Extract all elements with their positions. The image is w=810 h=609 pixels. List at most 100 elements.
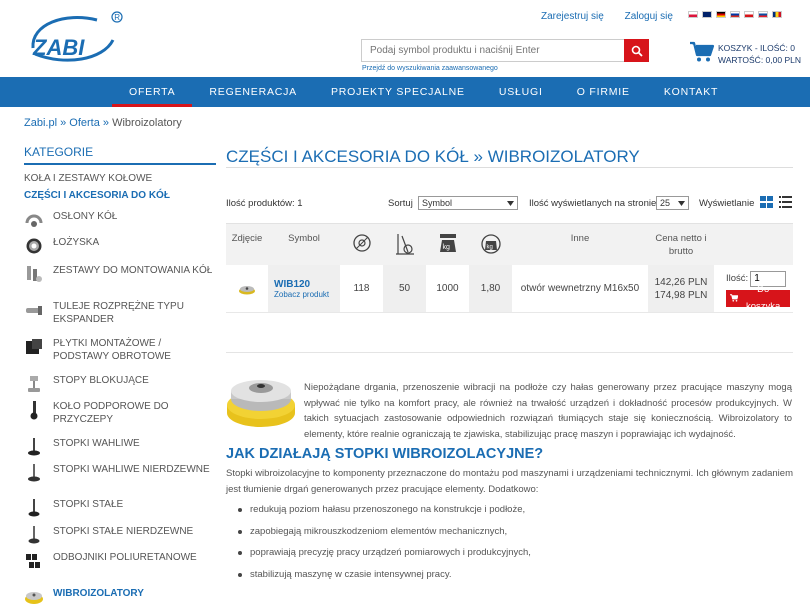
advanced-search-link[interactable]: Przejdź do wyszukiwania zaawansowanego: [362, 65, 498, 72]
content-divider: [226, 352, 793, 353]
swivel-foot-icon: [28, 438, 40, 456]
search-button[interactable]: [624, 39, 649, 62]
sort-select[interactable]: Symbol: [418, 196, 518, 210]
sidebar-item-stopy-blokujace[interactable]: STOPY BLOKUJĄCE: [24, 374, 216, 394]
wheel-guard-icon: [25, 214, 43, 227]
breadcrumb-offer[interactable]: Oferta: [69, 117, 100, 129]
weight-icon: kg: [480, 234, 501, 254]
flag-ru-icon[interactable]: [730, 11, 740, 18]
col-other: Inne: [570, 233, 590, 244]
category-parts[interactable]: CZĘŚCI I AKCESORIA DO KÓŁ: [24, 190, 170, 201]
flag-cz-icon[interactable]: [744, 11, 754, 18]
price-net: 142,26 PLN: [654, 276, 708, 288]
sidebar-item-stopki-wahliwe-nierdzewne[interactable]: STOPKI WAHLIWE NIERDZEWNE: [24, 463, 216, 483]
sort-value: Symbol: [422, 198, 453, 208]
sidebar-item-plytki[interactable]: PŁYTKI MONTAŻOWE / PODSTAWY OBROTOWE: [24, 337, 216, 363]
sidebar-item-label: ZESTAWY DO MONTOWANIA KÓŁ: [53, 265, 213, 276]
per-page-select[interactable]: 25: [656, 196, 689, 210]
sidebar-item-tuleje[interactable]: TULEJE ROZPRĘŻNE TYPU EKSPANDER: [24, 300, 216, 326]
stainless-fixed-foot-icon: [28, 526, 40, 544]
sidebar-item-label: STOPKI WAHLIWE: [53, 438, 140, 449]
section-paragraph: Stopki wibroizolacyjne to komponenty prz…: [226, 468, 793, 495]
sidebar-item-kolo-podporowe[interactable]: KOŁO PODPOROWE DO PRZYCZEPY: [24, 400, 216, 426]
sidebar-item-lozyska[interactable]: ŁOŻYSKA: [24, 236, 216, 256]
login-link[interactable]: Zaloguj się: [625, 11, 673, 22]
product-thumbnail[interactable]: [226, 265, 268, 312]
product-symbol[interactable]: WIB120: [274, 279, 310, 290]
list-view-icon[interactable]: [779, 196, 792, 211]
sidebar-item-label: ODBOJNIKI POLIURETANOWE: [53, 552, 197, 563]
sidebar-item-label: STOPY BLOKUJĄCE: [53, 375, 149, 386]
locking-foot-icon: [28, 376, 40, 392]
value-diameter: 118: [353, 283, 370, 294]
expansion-sleeve-icon: [26, 306, 42, 315]
list-item: poprawiają precyzję pracy urządzeń pomia…: [238, 546, 531, 568]
flag-en-icon[interactable]: [702, 11, 712, 18]
sidebar-item-stopki-wahliwe[interactable]: STOPKI WAHLIWE: [24, 437, 216, 457]
sidebar-item-label: WIBROIZOLATORY: [53, 588, 144, 599]
category-wheels[interactable]: KOŁA I ZESTAWY KOŁOWE: [24, 173, 152, 184]
sidebar-item-label: TULEJE ROZPRĘŻNE TYPU EKSPANDER: [53, 301, 184, 325]
stainless-swivel-foot-icon: [28, 464, 40, 482]
language-flags: [688, 11, 782, 18]
benefits-list: redukują poziom hałasu przenoszonego na …: [238, 503, 531, 589]
col-height: [383, 224, 426, 265]
nav-item-projekty[interactable]: PROJEKTY SPECJALNE: [314, 77, 482, 107]
see-product-link[interactable]: Zobacz produkt: [274, 290, 329, 299]
logo-text: ZABI: [32, 35, 85, 60]
table-header: Zdjęcie Symbol kg kg Inne Cena netto i b…: [226, 223, 793, 265]
sidebar-item-zestawy[interactable]: ZESTAWY DO MONTOWANIA KÓŁ: [24, 264, 216, 284]
diameter-icon: [352, 234, 371, 252]
nav-item-uslugi[interactable]: USŁUGI: [482, 77, 560, 107]
nav-item-regeneracja[interactable]: REGENERACJA: [192, 77, 314, 107]
flag-ro-icon[interactable]: [772, 11, 782, 18]
nav-item-o-firmie[interactable]: O FIRMIE: [560, 77, 647, 107]
price-gross: 174,98 PLN: [654, 289, 708, 301]
per-page-value: 25: [660, 198, 671, 208]
cart-summary[interactable]: KOSZYK - ILOŚĆ: 0 WARTOŚĆ: 0,00 PLN: [718, 42, 801, 66]
flag-de-icon[interactable]: [716, 11, 726, 18]
view-label: Wyświetlanie: [699, 198, 755, 209]
value-weight: 1,80: [469, 265, 512, 312]
chevron-down-icon: [507, 201, 514, 206]
list-item: redukują poziom hałasu przenoszonego na …: [238, 503, 531, 525]
categories-title: KATEGORIE: [24, 145, 94, 159]
svg-text:kg: kg: [442, 244, 450, 251]
add-to-cart-button[interactable]: Do koszyka: [726, 284, 790, 312]
breadcrumb-home[interactable]: Zabi.pl: [24, 117, 57, 129]
sidebar-item-oslony[interactable]: OSŁONY KÓŁ: [24, 210, 216, 230]
sidebar-item-label: STOPKI STAŁE: [53, 499, 124, 510]
grid-view-icon[interactable]: [760, 196, 773, 211]
nav-item-oferta[interactable]: OFERTA: [112, 77, 193, 107]
logo[interactable]: ZABI R: [25, 10, 125, 65]
flag-sk-icon[interactable]: [758, 11, 768, 18]
svg-text:kg: kg: [486, 245, 492, 251]
value-height: 50: [383, 265, 426, 312]
search-input[interactable]: [362, 40, 624, 61]
col-symbol: Symbol: [288, 233, 320, 244]
sidebar-item-odbojniki[interactable]: ODBOJNIKI POLIURETANOWE: [24, 551, 216, 571]
sidebar-item-label: STOPKI WAHLIWE NIERDZEWNE: [53, 464, 210, 475]
product-count: Ilość produktów: 1: [226, 198, 303, 209]
sidebar-item-stopki-stale[interactable]: STOPKI STAŁE: [24, 498, 216, 518]
fixed-foot-icon: [28, 499, 40, 517]
mounting-kit-icon: [27, 266, 42, 282]
section-heading: JAK DZIAŁAJĄ STOPKI WIBROIZOLACYJNE?: [226, 446, 544, 462]
sidebar-item-label: ŁOŻYSKA: [53, 237, 100, 248]
breadcrumb: Zabi.pl » Oferta » Wibroizolatory: [24, 117, 182, 129]
flag-pl-icon[interactable]: [688, 11, 698, 18]
register-link[interactable]: Zarejestruj się: [541, 11, 604, 22]
product-table: Zdjęcie Symbol kg kg Inne Cena netto i b…: [226, 223, 793, 313]
nav-item-kontakt[interactable]: KONTAKT: [647, 77, 735, 107]
page-title: CZĘŚCI I AKCESORIA DO KÓŁ » WIBROIZOLATO…: [226, 147, 640, 166]
add-to-cart-label: Do koszyka: [746, 284, 781, 312]
breadcrumb-sep: »: [102, 117, 110, 129]
breadcrumb-sep: »: [60, 117, 67, 129]
vibration-isolator-icon: [25, 592, 43, 604]
sidebar-item-wibroizolatory[interactable]: WIBROIZOLATORY: [24, 587, 216, 607]
cart-icon[interactable]: [689, 41, 715, 66]
sidebar-item-label: OSŁONY KÓŁ: [53, 211, 118, 222]
list-item: zapobiegają mikrouszkodzeniom elementów …: [238, 525, 531, 547]
sidebar-item-label: STOPKI STAŁE NIERDZEWNE: [53, 526, 194, 537]
sidebar-item-stopki-stale-nierdzewne[interactable]: STOPKI STAŁE NIERDZEWNE: [24, 525, 216, 545]
